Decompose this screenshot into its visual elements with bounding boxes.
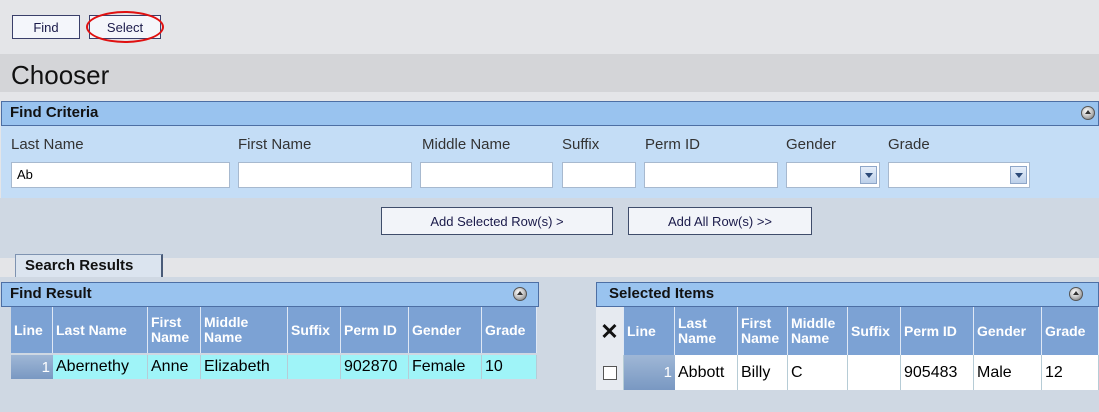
title-bar: [0, 54, 1099, 92]
suffix-input[interactable]: [562, 162, 636, 188]
column-header-suffix[interactable]: Suffix: [288, 307, 341, 353]
find-result-title: Find Result: [10, 285, 92, 302]
cell-gender[interactable]: Male: [974, 355, 1042, 390]
gender-label: Gender: [786, 136, 837, 153]
selected-items-title: Selected Items: [609, 285, 715, 302]
last-name-input[interactable]: Ab: [11, 162, 230, 188]
cell-first-name[interactable]: Billy: [738, 355, 788, 390]
column-header-last-name[interactable]: Last Name: [53, 307, 148, 353]
tab-search-results[interactable]: Search Results: [15, 254, 163, 278]
cell-last-name[interactable]: Abernethy: [53, 355, 148, 379]
column-header-grade[interactable]: Grade: [1042, 307, 1099, 355]
page-title: Chooser: [11, 60, 110, 90]
column-header-first-name[interactable]: First Name: [738, 307, 788, 355]
row-line-number: 1: [624, 355, 675, 390]
first-name-label: First Name: [238, 136, 312, 153]
cell-gender[interactable]: Female: [409, 355, 482, 379]
cell-suffix[interactable]: [288, 355, 341, 379]
find-criteria-header: Find Criteria: [1, 101, 1099, 126]
grade-select[interactable]: [888, 162, 1030, 188]
cell-last-name[interactable]: Abbott: [675, 355, 738, 390]
last-name-label: Last Name: [11, 136, 84, 153]
column-header-perm-id[interactable]: Perm ID: [901, 307, 974, 355]
gender-select[interactable]: [786, 162, 880, 188]
column-header-gender[interactable]: Gender: [409, 307, 482, 353]
perm-id-label: Perm ID: [645, 136, 701, 153]
selected-items-header: Selected Items: [596, 282, 1099, 307]
cell-middle-name[interactable]: C: [788, 355, 848, 390]
column-header-suffix[interactable]: Suffix: [848, 307, 901, 355]
add-all-rows-button[interactable]: Add All Row(s) >>: [628, 207, 812, 235]
column-header-line[interactable]: Line: [624, 307, 675, 355]
collapse-icon[interactable]: [513, 287, 527, 301]
row-checkbox[interactable]: [603, 366, 617, 380]
column-header-grade[interactable]: Grade: [482, 307, 537, 353]
find-button[interactable]: Find: [12, 15, 80, 39]
chevron-down-icon[interactable]: [860, 166, 877, 184]
cell-first-name[interactable]: Anne: [148, 355, 201, 379]
first-name-input[interactable]: [238, 162, 412, 188]
grade-label: Grade: [888, 136, 930, 153]
suffix-label: Suffix: [562, 136, 600, 153]
remove-all-icon[interactable]: ✕: [596, 307, 624, 355]
cell-middle-name[interactable]: Elizabeth: [201, 355, 288, 379]
row-select-cell: [596, 355, 624, 390]
toolbar: [0, 0, 1099, 44]
column-header-last-name[interactable]: Last Name: [675, 307, 738, 355]
cell-grade[interactable]: 12: [1042, 355, 1099, 390]
find-result-header: Find Result: [1, 282, 539, 307]
find-criteria-title: Find Criteria: [10, 104, 99, 121]
middle-name-input[interactable]: [420, 162, 553, 188]
collapse-icon[interactable]: [1069, 287, 1083, 301]
chevron-down-icon[interactable]: [1010, 166, 1027, 184]
column-header-gender[interactable]: Gender: [974, 307, 1042, 355]
cell-perm-id[interactable]: 905483: [901, 355, 974, 390]
middle-name-label: Middle Name: [422, 136, 511, 153]
collapse-icon[interactable]: [1081, 106, 1095, 120]
column-header-line[interactable]: Line: [11, 307, 53, 353]
column-header-middle-name[interactable]: Middle Name: [201, 307, 288, 353]
select-button[interactable]: Select: [89, 15, 161, 39]
column-header-first-name[interactable]: First Name: [148, 307, 201, 353]
add-selected-rows-button[interactable]: Add Selected Row(s) >: [381, 207, 613, 235]
cell-suffix[interactable]: [848, 355, 901, 390]
cell-grade[interactable]: 10: [482, 355, 537, 379]
row-line-number: 1: [11, 355, 53, 379]
column-header-perm-id[interactable]: Perm ID: [341, 307, 409, 353]
cell-perm-id[interactable]: 902870: [341, 355, 409, 379]
perm-id-input[interactable]: [644, 162, 778, 188]
column-header-middle-name[interactable]: Middle Name: [788, 307, 848, 355]
